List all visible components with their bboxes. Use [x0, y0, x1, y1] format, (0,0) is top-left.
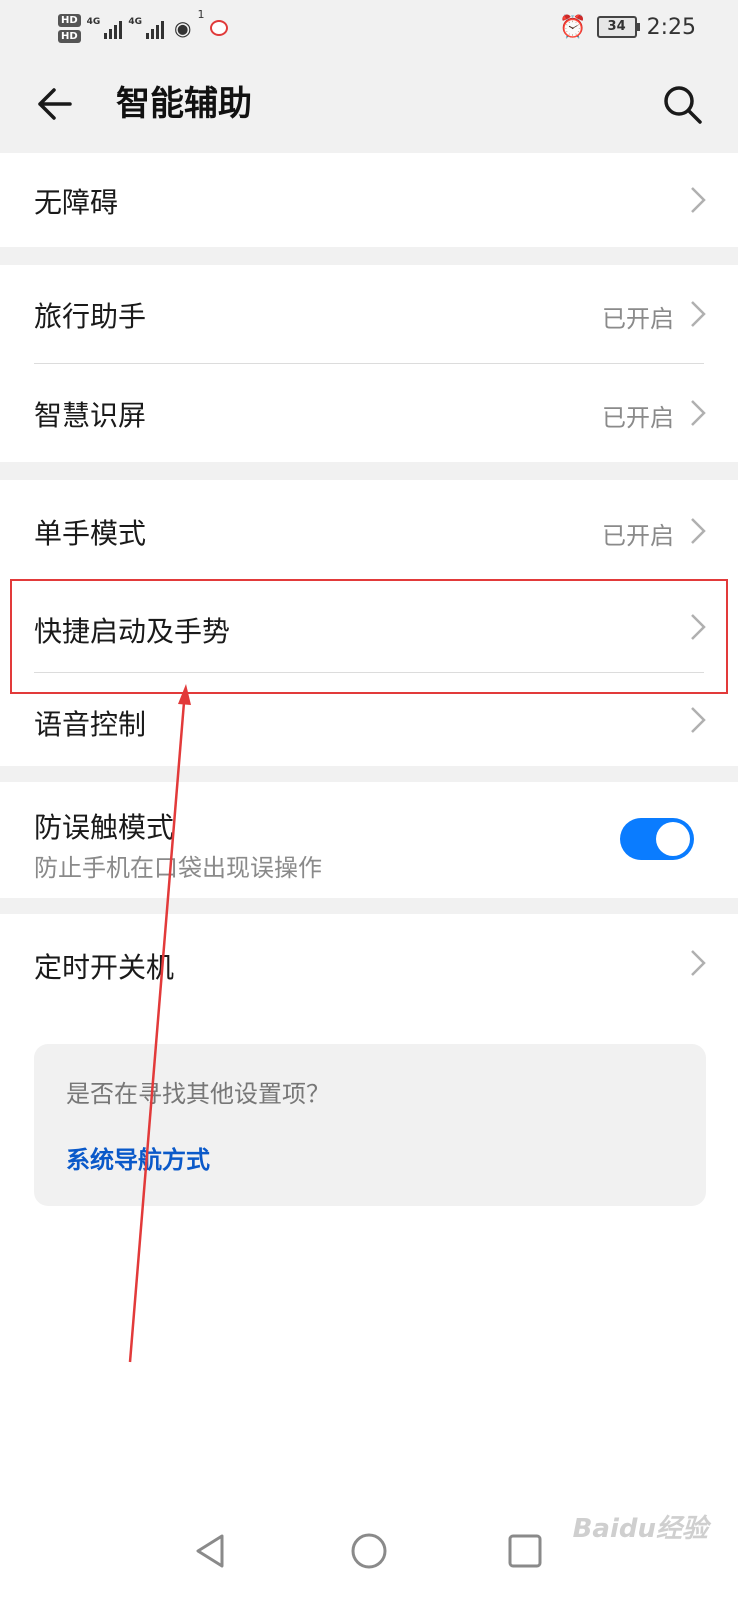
status-bar: HD HD 4G 4G ◉ 1 ⏰ 34 2:25 — [0, 0, 738, 54]
status-left: HD HD 4G 4G ◉ 1 — [58, 8, 229, 48]
suggestion-card: 是否在寻找其他设置项？ 系统导航方式 — [34, 1044, 706, 1206]
network-type-2: 4G — [128, 17, 142, 27]
pocket-mode-label: 防误触模式 — [34, 811, 175, 844]
hd-badges: HD HD — [58, 13, 81, 43]
chevron-right-icon — [691, 518, 706, 544]
smart-screen-label: 智慧识屏 — [34, 399, 147, 432]
list-item-pocket-mode[interactable]: 防误触模式 防止手机在口袋出现误操作 — [0, 782, 738, 898]
section-gap — [0, 766, 738, 782]
section-gap — [0, 247, 738, 265]
status-right: ⏰ 34 2:25 — [559, 10, 696, 44]
system-navigation-link[interactable]: 系统导航方式 — [66, 1140, 210, 1175]
list-item-one-hand-mode[interactable]: 单手模式 已开启 — [0, 480, 738, 578]
home-circle-icon[interactable] — [346, 1528, 392, 1574]
battery-icon: 34 — [596, 16, 640, 38]
recent-apps-square-icon[interactable] — [502, 1528, 548, 1574]
back-arrow-icon[interactable] — [30, 80, 78, 128]
list-item-accessibility[interactable]: 无障碍 — [0, 153, 738, 247]
suggestion-question: 是否在寻找其他设置项？ — [66, 1080, 330, 1108]
section-gap — [0, 898, 738, 914]
hotspot-icon: ◉ — [173, 16, 192, 40]
hd-badge-1: HD — [58, 13, 81, 27]
accessibility-label: 无障碍 — [34, 186, 119, 219]
chevron-right-icon — [691, 707, 706, 733]
chevron-right-icon — [691, 301, 706, 327]
list-item-smart-screen[interactable]: 智慧识屏 已开启 — [0, 364, 738, 462]
smart-screen-status: 已开启 — [602, 404, 674, 432]
back-triangle-icon[interactable] — [188, 1528, 234, 1574]
scheduled-power-label: 定时开关机 — [34, 951, 175, 984]
signal-icon-2: 4G — [128, 17, 164, 39]
search-icon[interactable] — [658, 80, 706, 128]
page-title: 智能辅助 — [116, 84, 252, 124]
voice-control-label: 语音控制 — [34, 708, 147, 741]
list-item-travel-assistant[interactable]: 旅行助手 已开启 — [0, 265, 738, 363]
pocket-mode-description: 防止手机在口袋出现误操作 — [34, 854, 322, 882]
travel-assistant-label: 旅行助手 — [34, 300, 147, 333]
chevron-right-icon — [691, 187, 706, 213]
signal-icon-1: 4G — [87, 17, 123, 39]
hotspot-count: 1 — [197, 8, 205, 21]
top-area: HD HD 4G 4G ◉ 1 ⏰ 34 2:25 智能辅助 — [0, 0, 738, 153]
title-bar: 智能辅助 — [0, 54, 738, 153]
pocket-mode-toggle[interactable] — [620, 818, 694, 860]
one-hand-mode-label: 单手模式 — [34, 517, 147, 550]
hd-badge-2: HD — [58, 29, 81, 43]
chevron-right-icon — [691, 950, 706, 976]
travel-assistant-status: 已开启 — [602, 305, 674, 333]
app-notification-icon — [210, 20, 229, 36]
alarm-icon: ⏰ — [559, 14, 587, 40]
clock: 2:25 — [646, 14, 696, 40]
annotation-highlight-box — [10, 579, 728, 694]
baidu-watermark: Baidu经验 — [572, 1514, 708, 1544]
chevron-right-icon — [691, 400, 706, 426]
network-type-1: 4G — [86, 17, 101, 27]
list-item-scheduled-power[interactable]: 定时开关机 — [0, 914, 738, 1010]
section-gap — [0, 462, 738, 480]
one-hand-mode-status: 已开启 — [602, 522, 674, 550]
toggle-knob — [656, 822, 690, 856]
